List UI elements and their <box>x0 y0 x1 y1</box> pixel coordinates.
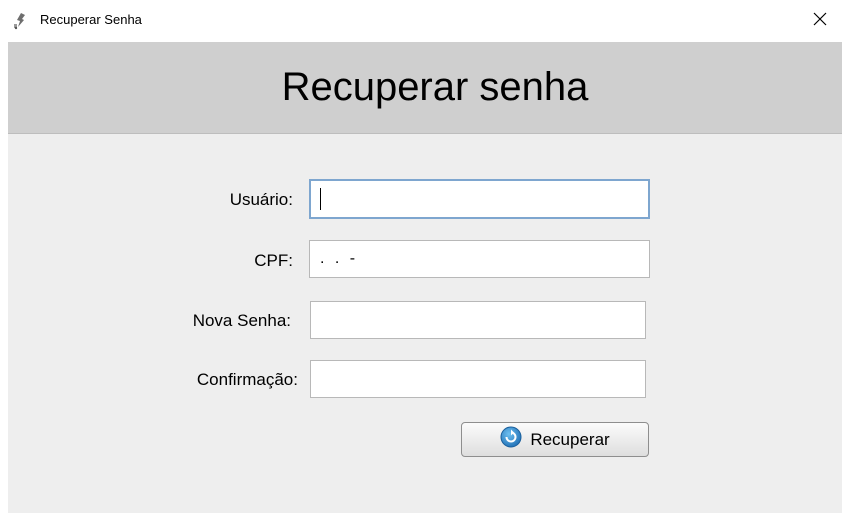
window-title: Recuperar Senha <box>40 12 142 27</box>
recover-button-label: Recuperar <box>530 429 610 449</box>
title-bar: Recuperar Senha <box>0 0 842 42</box>
cpf-label: CPF: <box>254 251 293 270</box>
close-icon <box>813 12 827 31</box>
recover-password-window: Recuperar Senha Recuperar senha Usuário:… <box>0 0 842 513</box>
cpf-field[interactable] <box>309 240 650 278</box>
form-panel: Usuário: CPF: Nova Senha: Confirmação: <box>8 134 842 513</box>
header-band: Recuperar senha <box>8 42 842 134</box>
refresh-icon <box>500 426 522 453</box>
confirmacao-label: Confirmação: <box>196 370 298 389</box>
recover-button[interactable]: Recuperar <box>461 422 649 457</box>
page-title: Recuperar senha <box>281 65 589 109</box>
close-button[interactable] <box>798 0 842 42</box>
nova-senha-field[interactable] <box>310 301 646 339</box>
text-caret <box>320 188 321 210</box>
confirmacao-field[interactable] <box>310 360 646 398</box>
usuario-label: Usuário: <box>229 190 293 209</box>
tool-icon <box>12 12 28 30</box>
nova-senha-label: Nova Senha: <box>192 311 291 330</box>
usuario-field[interactable] <box>309 179 650 219</box>
